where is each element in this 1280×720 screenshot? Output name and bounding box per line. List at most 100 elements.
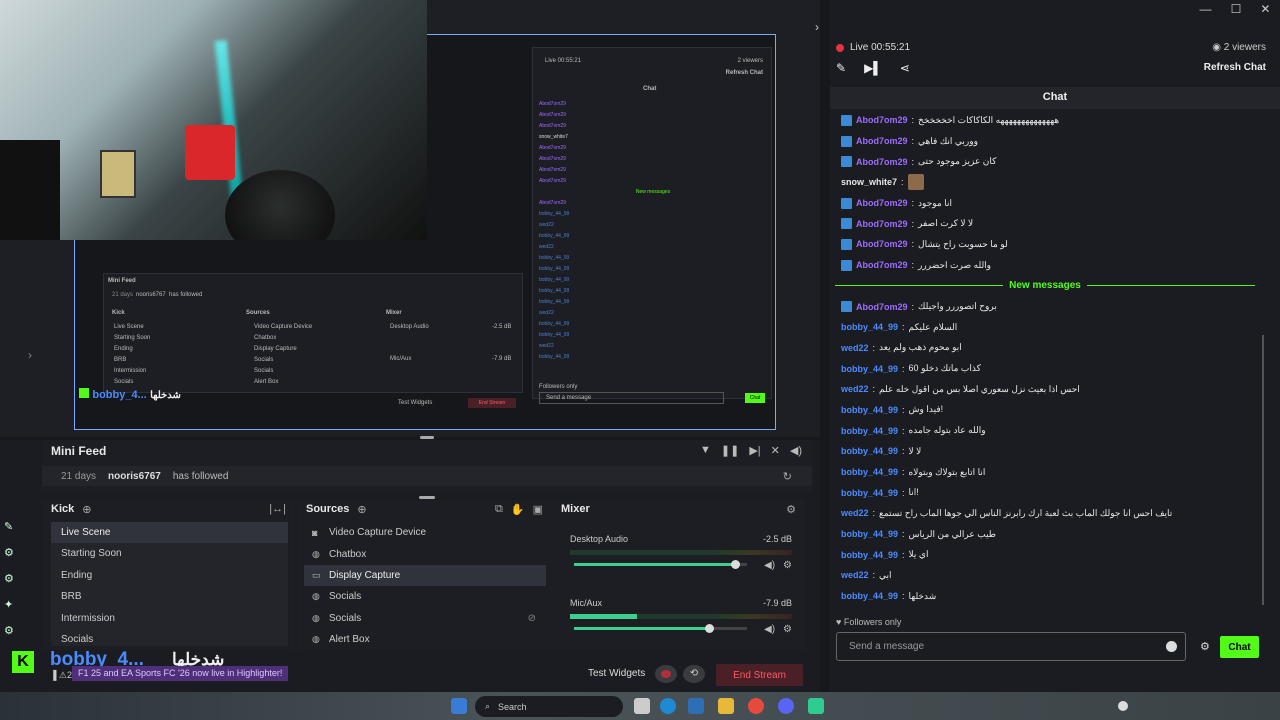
taskbar-search[interactable]: ⌕ Search — [475, 696, 623, 717]
chat-username[interactable]: bobby_44_99 — [841, 446, 898, 456]
mute-icon[interactable]: ◀) — [764, 560, 775, 571]
record-button[interactable] — [655, 665, 677, 683]
mute-alerts-icon[interactable]: ✕ — [771, 444, 780, 457]
scene-item[interactable]: Starting Soon — [51, 543, 288, 564]
volume-slider-knob[interactable] — [730, 560, 740, 569]
chat-message[interactable]: Abod7om29: بروح اتصوررر واجيلك — [830, 296, 1260, 317]
edge-icon[interactable] — [660, 698, 676, 714]
volume-slider[interactable] — [574, 560, 747, 569]
channel-settings-icon[interactable]: ⚙ — [783, 560, 792, 571]
scene-transition-icon[interactable]: |↔| — [269, 503, 286, 515]
add-scene-icon[interactable]: ⊕ — [82, 503, 91, 516]
tool-icon-1[interactable]: ✎ — [0, 520, 20, 546]
scene-item[interactable]: Intermission — [51, 608, 288, 629]
chat-message[interactable]: snow_white7: — [830, 172, 1260, 193]
chat-username[interactable]: wed22 — [841, 384, 869, 394]
chat-username[interactable]: bobby_44_99 — [841, 591, 898, 601]
file-explorer-icon[interactable] — [718, 698, 734, 714]
source-item[interactable]: ▭ Display Capture — [304, 564, 546, 587]
chat-message-list[interactable]: Abod7om29: ههههههههههههههه الكاكاكات اخخخ… — [830, 110, 1260, 618]
add-source-icon[interactable]: ⊕ — [357, 503, 366, 516]
chat-username[interactable]: bobby_44_99 — [841, 426, 898, 436]
collapse-left-arrow-icon[interactable]: › — [28, 348, 32, 362]
chat-username[interactable]: bobby_44_99 — [841, 529, 898, 539]
skip-icon[interactable]: ▶| — [749, 444, 760, 457]
chat-username[interactable]: bobby_44_99 — [841, 405, 898, 415]
emoji-icon[interactable] — [1166, 641, 1177, 652]
chat-username[interactable]: Abod7om29 — [856, 157, 908, 167]
chat-message[interactable]: bobby_44_99: لا لا — [830, 441, 1260, 462]
replay-buffer-button[interactable]: ⟲ — [683, 665, 705, 683]
scene-item[interactable]: Ending — [51, 565, 288, 586]
tool-icon-2[interactable]: ⚙ — [0, 546, 20, 572]
chat-message[interactable]: Abod7om29: ههههههههههههههه الكاكاكات اخخخ… — [830, 110, 1260, 131]
chat-message[interactable]: wed22: ابو محوم ذهب ولم يعد — [830, 338, 1260, 359]
chat-message[interactable]: bobby_44_99: انا! — [830, 482, 1260, 503]
chat-message[interactable]: bobby_44_99: السلام عليكم — [830, 317, 1260, 338]
mini-feed-item[interactable]: 21 days nooris6767 has followed ↻ — [42, 466, 812, 486]
chat-message[interactable]: Abod7om29: والله صرت احضررر — [830, 255, 1260, 276]
mute-icon[interactable]: ◀) — [764, 624, 775, 635]
chat-username[interactable]: wed22 — [841, 508, 869, 518]
edit-stream-icon[interactable]: ✎ — [836, 61, 846, 75]
share-icon[interactable]: ⋖ — [900, 61, 910, 75]
tool-icon-5[interactable]: ⚙ — [0, 624, 20, 650]
chat-username[interactable]: Abod7om29 — [856, 260, 908, 270]
chat-message[interactable]: bobby_44_99: انا اتابع بتولاك وبتولاه — [830, 462, 1260, 483]
filter-icon[interactable]: ▼ — [700, 444, 711, 457]
chat-username[interactable]: wed22 — [841, 343, 869, 353]
scene-item[interactable]: Live Scene — [51, 522, 288, 544]
source-item[interactable]: ◍ Socials — [304, 586, 546, 607]
chat-settings-icon[interactable]: ⚙ — [1200, 640, 1210, 653]
chat-message[interactable]: Abod7om29: انا موجود — [830, 193, 1260, 214]
chat-username[interactable]: bobby_44_99 — [841, 550, 898, 560]
chat-username[interactable]: Abod7om29 — [856, 219, 908, 229]
tool-icon-4[interactable]: ✦ — [0, 598, 20, 624]
streamlabs-icon[interactable] — [808, 698, 824, 714]
mixer-settings-icon[interactable]: ⚙ — [786, 503, 796, 516]
chat-message[interactable]: Abod7om29: لا لا كرت اصفر — [830, 213, 1260, 234]
start-icon[interactable] — [451, 698, 467, 714]
refresh-chat-button[interactable]: Refresh Chat — [1204, 62, 1266, 73]
volume-slider-knob[interactable] — [704, 624, 714, 633]
source-layout-icon[interactable]: ⧉ — [495, 503, 503, 516]
chat-username[interactable]: Abod7om29 — [856, 302, 908, 312]
chat-username[interactable]: bobby_44_99 — [841, 364, 898, 374]
scene-item[interactable]: BRB — [51, 586, 288, 607]
dock-resize-handle[interactable] — [419, 496, 435, 499]
chat-message[interactable]: wed22: ابي — [830, 565, 1260, 586]
test-widgets-label[interactable]: Test Widgets — [588, 668, 645, 679]
chat-username[interactable]: wed22 — [841, 570, 869, 580]
chat-message-input[interactable]: Send a message — [836, 632, 1186, 661]
chat-toggle-arrow-icon[interactable]: › — [815, 20, 819, 34]
discord-icon[interactable] — [778, 698, 794, 714]
source-folder-icon[interactable]: ▣ — [533, 503, 543, 516]
chat-message[interactable]: bobby_44_99: طيب عرالي من الرياس — [830, 524, 1260, 545]
chat-message[interactable]: bobby_44_99: والله عاد بتوله جامده — [830, 420, 1260, 441]
chrome-icon[interactable] — [748, 698, 764, 714]
channel-settings-icon[interactable]: ⚙ — [783, 624, 792, 635]
store-icon[interactable] — [688, 698, 704, 714]
end-stream-button[interactable]: End Stream — [716, 664, 803, 686]
volume-icon[interactable]: ◀) — [790, 444, 802, 457]
chat-message[interactable]: wed22: احس اذا بعيث نزل سعوري اصلا بس من … — [830, 379, 1260, 400]
close-icon[interactable]: ✕ — [1260, 2, 1270, 16]
chat-message[interactable]: wed22: تايف احس انا جولك الماب بث لعبة ار… — [830, 503, 1260, 524]
stream-preview[interactable]: Live 00:55:21 2 viewers Refresh Chat Cha… — [0, 0, 820, 437]
chat-message[interactable]: bobby_44_99: اي يلا — [830, 544, 1260, 565]
chat-message[interactable]: bobby_44_99: فيدا وش! — [830, 400, 1260, 421]
chat-message[interactable]: bobby_44_99: شدخلها — [830, 586, 1260, 607]
minimize-icon[interactable]: — — [1200, 2, 1212, 16]
chat-message[interactable]: Abod7om29: لو ما حسوبت راح يتشال — [830, 234, 1260, 255]
replay-alert-icon[interactable]: ↻ — [783, 470, 792, 483]
chat-username[interactable]: Abod7om29 — [856, 136, 908, 146]
source-lock-icon[interactable]: ✋ — [511, 503, 525, 516]
source-item[interactable]: ◙ Video Capture Device — [304, 522, 546, 543]
chat-username[interactable]: Abod7om29 — [856, 115, 908, 125]
clip-icon[interactable]: ▶▌ — [864, 61, 882, 75]
source-item[interactable]: ◍ Socials ⊘ — [304, 608, 546, 629]
task-view-icon[interactable] — [634, 698, 650, 714]
chat-message[interactable]: Abod7om29: ووربي انك فاهي — [830, 131, 1260, 152]
chat-username[interactable]: Abod7om29 — [856, 239, 908, 249]
chat-username[interactable]: snow_white7 — [841, 177, 897, 187]
